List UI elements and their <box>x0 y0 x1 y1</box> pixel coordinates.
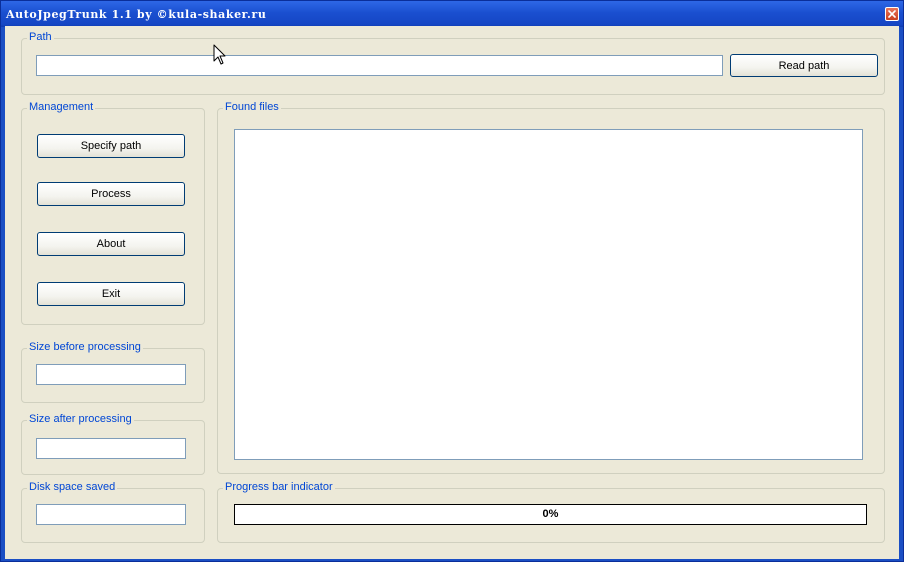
path-input[interactable] <box>36 55 723 76</box>
close-button[interactable] <box>885 7 899 21</box>
exit-button[interactable]: Exit <box>37 282 185 306</box>
progress-group: Progress bar indicator 0% <box>217 481 885 543</box>
found-files-list[interactable] <box>234 129 863 460</box>
disk-saved-group-label: Disk space saved <box>27 481 118 493</box>
app-window: AutoJpegTrunk 1.1 by ©kula-shaker.ru Pat… <box>0 0 904 562</box>
exit-button-label: Exit <box>101 288 121 300</box>
process-button-label: Process <box>91 188 131 200</box>
mouse-cursor-icon <box>213 44 226 65</box>
size-after-group: Size after processing <box>21 413 205 475</box>
specify-path-button-label: Specify path <box>80 140 142 152</box>
disk-saved-group: Disk space saved <box>21 481 205 543</box>
found-files-group: Found files <box>217 101 885 474</box>
progress-group-label: Progress bar indicator <box>223 481 335 493</box>
size-before-group-label: Size before processing <box>27 341 143 353</box>
path-group-label: Path <box>27 31 54 43</box>
size-before-group: Size before processing <box>21 341 205 403</box>
client-area: Path Read path Management Specify path P… <box>5 26 899 559</box>
path-group: Path Read path <box>21 31 885 95</box>
about-button-label: About <box>96 238 126 250</box>
window-title: AutoJpegTrunk 1.1 by ©kula-shaker.ru <box>6 8 267 21</box>
read-path-button[interactable]: Read path <box>730 54 878 77</box>
size-after-group-label: Size after processing <box>27 413 134 425</box>
management-group-label: Management <box>27 101 96 113</box>
process-button[interactable]: Process <box>37 182 185 206</box>
specify-path-button[interactable]: Specify path <box>37 134 185 158</box>
management-group: Management Specify path Process About Ex… <box>21 101 205 325</box>
disk-saved-field[interactable] <box>36 504 186 525</box>
read-path-button-label: Read path <box>778 59 830 72</box>
about-button[interactable]: About <box>37 232 185 256</box>
close-icon <box>888 10 896 18</box>
size-after-field[interactable] <box>36 438 186 459</box>
progress-label: 0% <box>542 508 559 520</box>
progress-bar: 0% <box>234 504 867 525</box>
size-before-field[interactable] <box>36 364 186 385</box>
found-files-group-label: Found files <box>223 101 281 113</box>
title-bar[interactable]: AutoJpegTrunk 1.1 by ©kula-shaker.ru <box>1 1 903 27</box>
